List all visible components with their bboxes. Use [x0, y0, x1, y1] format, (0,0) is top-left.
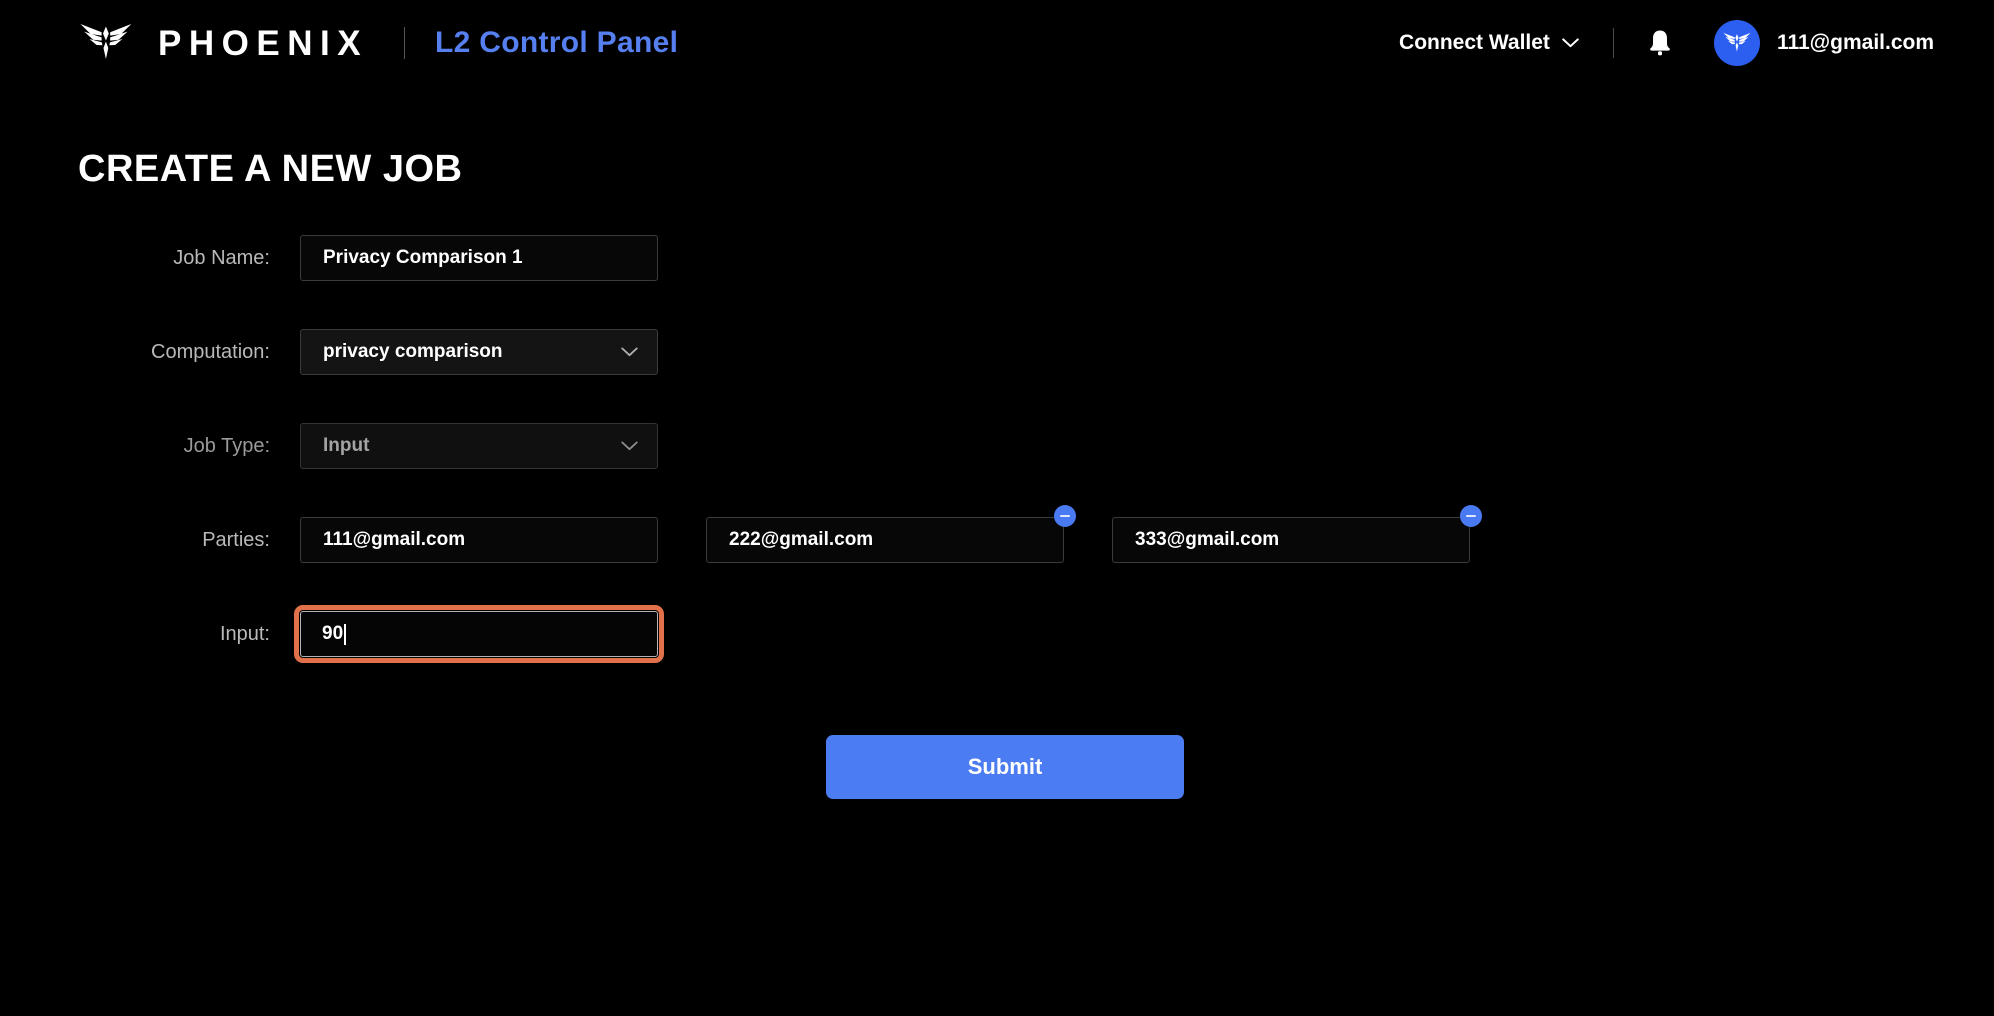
- app-title: L2 Control Panel: [435, 26, 679, 59]
- minus-circle-icon[interactable]: [1054, 505, 1076, 527]
- header-right-cluster: Connect Wallet 111@gmail.com: [1399, 20, 1934, 66]
- parties-label: Parties:: [202, 528, 270, 551]
- header-brand-divider: [404, 27, 406, 59]
- connect-wallet-label: Connect Wallet: [1399, 31, 1550, 54]
- job-name-label: Job Name:: [173, 246, 270, 269]
- create-job-form: Job Name: Computation: Job Type:: [0, 235, 1994, 799]
- submit-row: Submit: [0, 735, 1994, 799]
- party-input-2[interactable]: [706, 517, 1064, 563]
- submit-button[interactable]: Submit: [826, 735, 1184, 799]
- header-divider: [1612, 28, 1614, 58]
- job-type-select[interactable]: [300, 423, 658, 469]
- form-row-parties: Parties:: [0, 505, 1994, 563]
- brand-block[interactable]: PHOENIX L2 Control Panel: [78, 20, 678, 66]
- computation-select[interactable]: [300, 329, 658, 375]
- minus-circle-icon[interactable]: [1460, 505, 1482, 527]
- chevron-down-icon: [1562, 38, 1579, 48]
- input-field-wrapper: 90: [294, 605, 664, 663]
- computation-label: Computation:: [151, 340, 270, 363]
- phoenix-avatar-icon: [1722, 30, 1752, 56]
- brand-name: PHOENIX: [158, 23, 369, 63]
- top-header-bar: PHOENIX L2 Control Panel Connect Wallet: [0, 0, 1994, 86]
- form-row-job-type: Job Type:: [0, 423, 1994, 469]
- minus-glyph: [1060, 515, 1070, 517]
- form-row-computation: Computation:: [0, 329, 1994, 375]
- party-item: [300, 517, 658, 563]
- party-item: [706, 505, 1076, 563]
- job-type-label: Job Type:: [183, 434, 270, 457]
- job-name-input[interactable]: [300, 235, 658, 281]
- parties-list: [300, 505, 1482, 563]
- party-input-1[interactable]: [300, 517, 658, 563]
- input-value-field[interactable]: [300, 611, 658, 657]
- computation-select-value[interactable]: [300, 329, 658, 375]
- bell-icon: [1648, 29, 1672, 57]
- account-email: 111@gmail.com: [1776, 31, 1934, 54]
- form-row-input: Input: 90: [0, 605, 1994, 663]
- account-menu[interactable]: 111@gmail.com: [1713, 20, 1934, 66]
- form-row-job-name: Job Name:: [0, 235, 1994, 281]
- phoenix-logo-icon: [78, 20, 134, 66]
- notifications-button[interactable]: [1648, 29, 1672, 57]
- minus-glyph: [1466, 515, 1476, 517]
- party-input-3[interactable]: [1112, 517, 1470, 563]
- party-item: [1112, 505, 1482, 563]
- page-title: CREATE A NEW JOB: [78, 148, 463, 190]
- input-label: Input:: [219, 622, 270, 645]
- connect-wallet-button[interactable]: Connect Wallet: [1399, 31, 1579, 55]
- avatar: [1713, 20, 1760, 66]
- job-type-select-value[interactable]: [300, 423, 658, 469]
- page-body: CREATE A NEW JOB Job Name: Computation: …: [0, 148, 1994, 799]
